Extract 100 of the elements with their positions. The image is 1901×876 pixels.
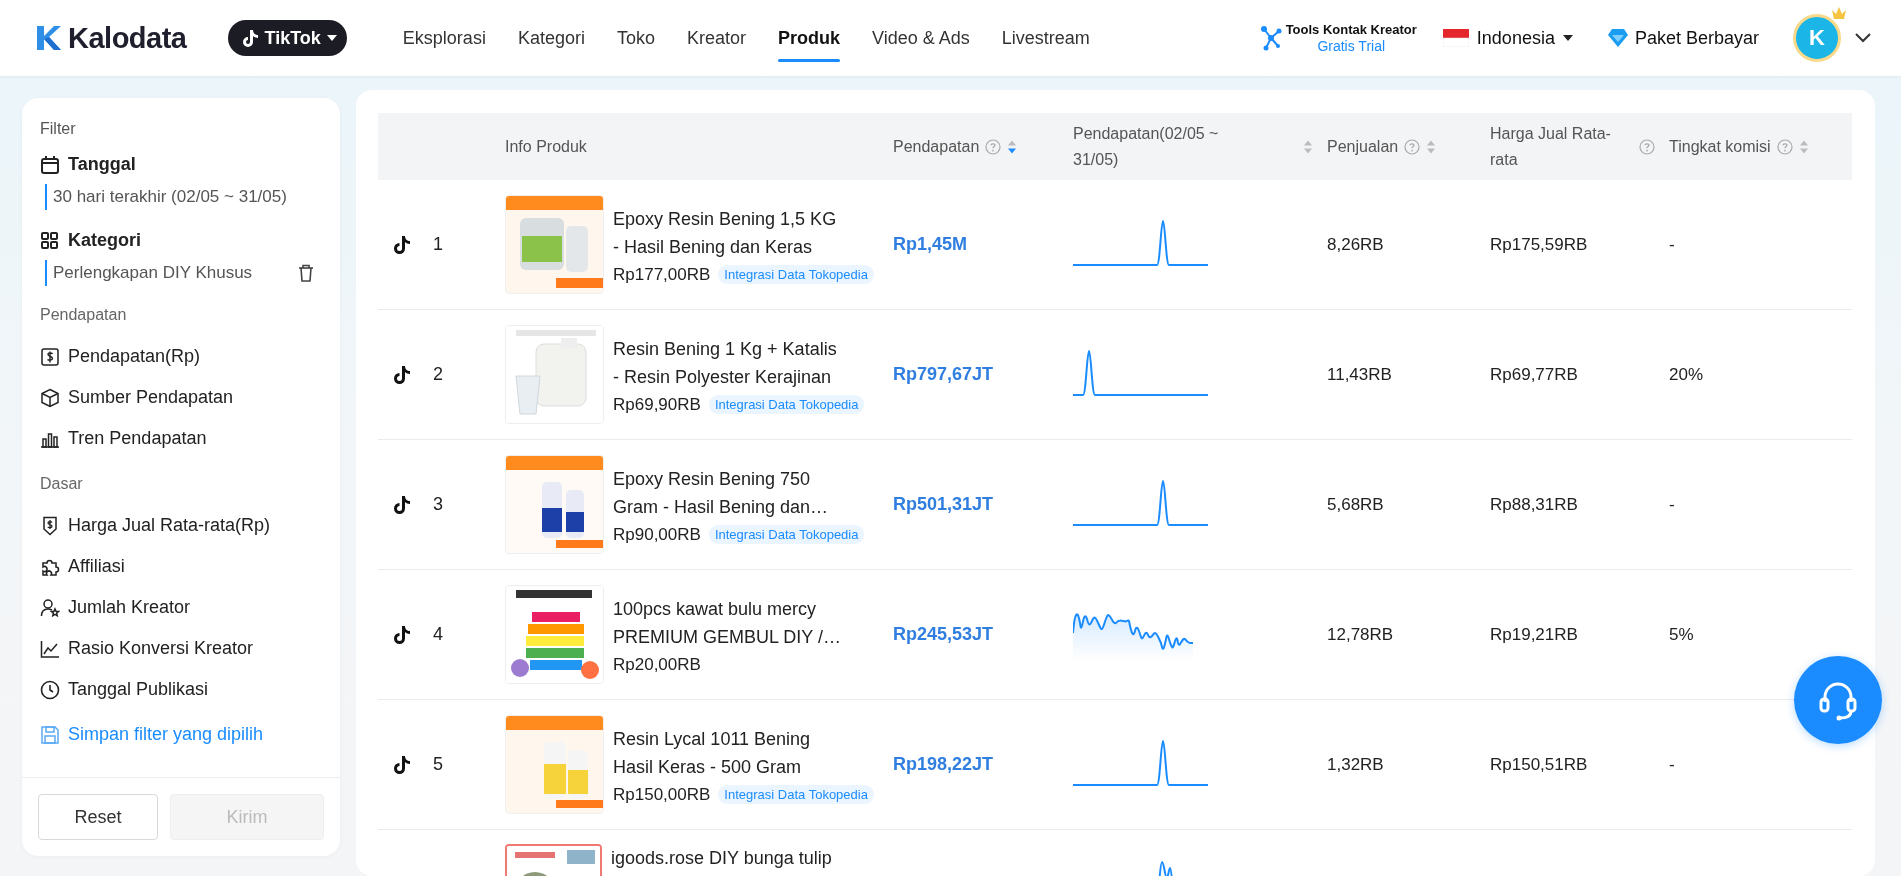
network-icon (1259, 25, 1282, 51)
dollar-icon (40, 346, 60, 367)
chevron-down-icon[interactable] (1855, 33, 1871, 43)
rank-number: 3 (433, 494, 443, 515)
caret-icon (1562, 34, 1573, 42)
sort-icon[interactable] (1303, 138, 1313, 155)
column-header: Penjualan (1327, 136, 1399, 157)
diamond-icon (1606, 28, 1629, 48)
table-cell: Rp69,77RB (1490, 364, 1578, 385)
logo-text: Kalodata (68, 21, 187, 55)
logo-icon (36, 25, 62, 51)
box-icon (40, 387, 60, 408)
plan-link[interactable]: Paket Berbayar (1606, 27, 1759, 49)
music-note-icon (393, 234, 411, 255)
product-price: Rp150,00RB (613, 784, 711, 805)
line-chart-icon (40, 638, 60, 659)
revenue-value: Rp797,67JT (893, 364, 994, 385)
flag-icon (1442, 29, 1469, 47)
group-title: Dasar (40, 475, 84, 493)
product-title[interactable]: 100pcs kawat bulu mercy PREMIUM GEMBUL DIY /… (613, 594, 847, 651)
product-price: Rp20,00RB (613, 654, 701, 675)
table-cell: 1,32RB (1327, 754, 1384, 775)
revenue-value: Rp1,45M (893, 234, 968, 255)
tools-link[interactable]: Tools Kontak Kreator Gratis Trial (1259, 21, 1417, 55)
rank-number: 2 (433, 364, 443, 385)
music-note-icon (393, 364, 411, 385)
group-title: Pendapatan (40, 306, 128, 324)
filter-item[interactable]: Rasio Konversi Kreator (40, 628, 322, 669)
reset-button[interactable]: Reset (38, 794, 158, 840)
product-title[interactable]: igoods.rose DIY bunga tulip (611, 844, 845, 872)
nav-tab[interactable]: Toko (600, 0, 671, 76)
crown-icon (1831, 6, 1847, 20)
sort-icon[interactable] (1798, 138, 1809, 155)
product-price: Rp177,00RB (613, 264, 711, 285)
filter-item[interactable]: Jumlah Kreator (40, 587, 322, 628)
table-cell: Rp150,51RB (1490, 754, 1588, 775)
table-cell: 11,43RB (1327, 364, 1392, 385)
filter-item[interactable]: Affiliasi (40, 546, 322, 587)
revenue-value: Rp198,22JT (893, 754, 994, 775)
filter-item[interactable]: Pendapatan(Rp) (40, 336, 322, 377)
rank-number: 4 (433, 624, 443, 645)
price-tag-icon (40, 515, 60, 536)
music-note-icon (393, 494, 411, 515)
caret-icon (326, 34, 337, 42)
table-cell: - (1669, 234, 1675, 255)
save-icon (40, 724, 60, 745)
source-tag: Integrasi Data Tokopedia (708, 525, 865, 544)
column-header: Harga Jual Rata-rata (1490, 123, 1612, 170)
column-header: Info Produk (505, 136, 587, 157)
product-title[interactable]: Epoxy Resin Bening 1,5 KG - Hasil Bening dan Keras (613, 204, 847, 261)
column-header: Tingkat komisi (1669, 136, 1771, 157)
filter-value: Perlengkapan DIY Khusus (53, 262, 253, 284)
table-cell: 20% (1669, 364, 1704, 385)
nav-tab[interactable]: Video & Ads (856, 0, 986, 76)
region-dropdown[interactable]: Indonesia (1442, 27, 1573, 49)
grid-icon (40, 230, 60, 251)
product-title[interactable]: Resin Lycal 1011 Bening Hasil Keras - 500 Gram (613, 724, 847, 781)
music-note-icon (393, 754, 411, 775)
product-title[interactable]: Resin Bening 1 Kg + Katalis - Resin Polyester Kerajinan (613, 334, 847, 391)
table-cell: - (1669, 494, 1675, 515)
trash-icon[interactable] (298, 264, 314, 282)
filter-item[interactable]: Harga Jual Rata-rata(Rp) (40, 505, 322, 546)
table-cell: Rp175,59RB (1490, 234, 1588, 255)
column-header: Pendapatan(02/05 ~ 31/05) (1073, 123, 1220, 170)
nav-tab[interactable]: Livestream (985, 0, 1106, 76)
platform-dropdown[interactable]: TikTok (228, 20, 347, 56)
tools-title: Tools Kontak Kreator (1285, 21, 1417, 38)
rank-number: 1 (433, 234, 443, 255)
nav-tab[interactable]: Kategori (501, 0, 601, 76)
table-cell: 5% (1669, 624, 1694, 645)
filter-item[interactable]: Tren Pendapatan (40, 418, 322, 459)
nav-tab[interactable]: Eksplorasi (386, 0, 502, 76)
table-cell: Rp88,31RB (1490, 494, 1578, 515)
rank-number: 5 (433, 754, 443, 775)
filter-label: Tanggal (68, 154, 136, 175)
sort-icon[interactable] (1007, 138, 1018, 155)
revenue-value: Rp501,31JT (893, 494, 994, 515)
panel-title: Filter (40, 120, 77, 138)
source-tag: Integrasi Data Tokopedia (718, 265, 874, 284)
sort-icon[interactable] (1426, 138, 1437, 155)
revenue-value: Rp245,53JT (893, 624, 994, 645)
product-price: Rp90,00RB (613, 524, 701, 545)
filter-value: 30 hari terakhir (02/05 ~ 31/05) (53, 186, 287, 208)
trial-label: Gratis Trial (1317, 38, 1386, 55)
music-note-icon (393, 624, 411, 645)
table-cell: 12,78RB (1327, 624, 1394, 645)
calendar-icon (40, 154, 60, 175)
music-note-icon (242, 29, 259, 47)
filter-item[interactable]: Sumber Pendapatan (40, 377, 322, 418)
filter-label: Kategori (68, 230, 141, 251)
table-cell: - (1669, 754, 1675, 775)
product-title[interactable]: Epoxy Resin Bening 750 Gram - Hasil Bening dan… (613, 464, 847, 521)
source-tag: Integrasi Data Tokopedia (708, 395, 865, 414)
source-tag: Integrasi Data Tokopedia (718, 785, 874, 804)
nav-tab[interactable]: Produk (762, 0, 856, 76)
nav-tab[interactable]: Kreator (670, 0, 762, 76)
column-header: Pendapatan (893, 136, 980, 157)
clock-icon (40, 679, 60, 700)
filter-item[interactable]: Tanggal Publikasi (40, 669, 322, 710)
table-cell: 8,26RB (1327, 234, 1384, 255)
